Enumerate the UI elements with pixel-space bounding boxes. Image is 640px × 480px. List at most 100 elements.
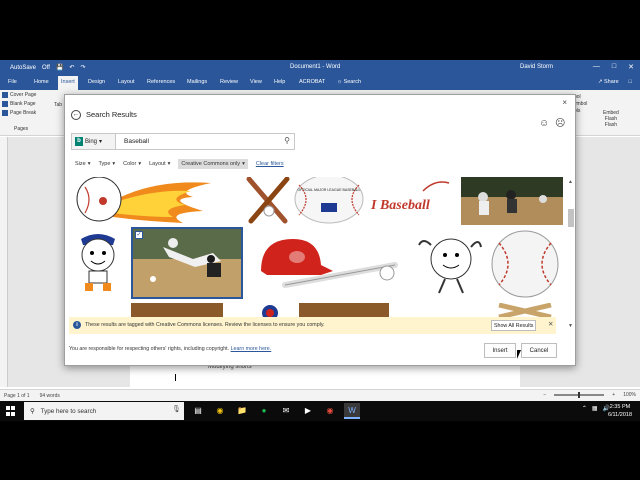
scrollbar-thumb[interactable] xyxy=(568,209,574,227)
result-thumbnail-row3-3[interactable] xyxy=(299,303,389,317)
back-arrow-icon[interactable]: ← xyxy=(71,110,81,120)
tab-acrobat[interactable]: ACROBAT xyxy=(299,79,325,85)
tab-mailings[interactable]: Mailings xyxy=(187,79,207,85)
undo-icon[interactable]: ↶ xyxy=(69,64,74,71)
zoom-thumb[interactable] xyxy=(578,392,581,398)
tab-file[interactable]: File xyxy=(8,79,17,85)
result-thumbnail-selected-slide[interactable]: ✓ xyxy=(131,227,243,299)
page-count[interactable]: Page 1 of 1 xyxy=(4,393,30,399)
frown-feedback-icon[interactable]: ☹ xyxy=(555,118,565,129)
result-thumbnail-official-ball[interactable]: OFFICIAL MAJOR LEAGUE BASEBALL xyxy=(293,177,365,225)
screen-recorder-icon[interactable]: ◉ xyxy=(322,403,338,419)
baseball-mascot-image xyxy=(81,234,115,291)
page-break-button[interactable]: Page Break xyxy=(2,110,36,116)
search-icon[interactable]: ⚲ xyxy=(284,136,290,145)
letterbox-bottom xyxy=(0,421,640,480)
taskbar-search[interactable]: ⚲ Type here to search xyxy=(24,402,184,420)
ribbon-tabs: File Home Insert Design Layout Reference… xyxy=(0,76,640,90)
table-group-peek[interactable]: Tab xyxy=(54,102,62,108)
baseball-image xyxy=(491,230,559,298)
clear-filters-link[interactable]: Clear filters xyxy=(256,161,284,167)
symbols-peek-2[interactable]: ymbol xyxy=(574,101,587,108)
user-name[interactable]: David Storm xyxy=(520,64,553,70)
tab-design[interactable]: Design xyxy=(88,79,105,85)
microphone-icon[interactable]: 🎙 xyxy=(172,405,181,413)
media-player-icon[interactable]: ▶ xyxy=(300,403,316,419)
scroll-up-icon[interactable]: ▲ xyxy=(568,179,573,185)
cancel-button[interactable]: Cancel xyxy=(521,343,557,358)
tab-view[interactable]: View xyxy=(250,79,262,85)
filter-type[interactable]: Type ▾ xyxy=(98,161,115,167)
result-thumbnail-i-baseball[interactable]: I Baseball xyxy=(369,177,451,225)
close-window-icon[interactable]: ✕ xyxy=(628,63,634,71)
learn-more-link[interactable]: Learn more here. xyxy=(231,346,272,352)
result-thumbnail-row3-4[interactable] xyxy=(491,303,559,317)
embed-flash-button[interactable]: Embed Flash Flash xyxy=(603,110,619,128)
result-thumbnail-field-photo[interactable] xyxy=(461,177,563,225)
result-thumbnail-crossed-bats[interactable] xyxy=(243,177,293,225)
windows-start-icon[interactable] xyxy=(6,406,16,416)
filter-size[interactable]: Size ▾ xyxy=(75,161,90,167)
network-icon[interactable]: ▦ xyxy=(592,405,598,412)
results-scrollbar[interactable]: ▲ ▼ xyxy=(568,179,574,331)
tell-me-search[interactable]: ☼ Search xyxy=(337,79,361,85)
window-controls: — □ ✕ xyxy=(593,63,634,71)
zoom-level[interactable]: 100% xyxy=(623,392,636,398)
filter-layout-label: Layout xyxy=(149,161,166,167)
autosave-label[interactable]: AutoSave xyxy=(10,65,36,71)
file-explorer-icon[interactable]: 📁 xyxy=(234,403,250,419)
zoom-out-icon[interactable]: − xyxy=(543,392,546,398)
clock[interactable]: 2:35 PM 6/11/2018 xyxy=(608,403,632,419)
search-engine-dropdown[interactable]: b Bing ▾ xyxy=(72,134,116,149)
result-thumbnail-cartoon-ball[interactable] xyxy=(417,229,483,297)
blank-page-button[interactable]: Blank Page xyxy=(2,101,36,107)
save-icon[interactable]: 💾 xyxy=(56,64,63,71)
word-count[interactable]: 94 words xyxy=(40,393,60,399)
notice-text: These results are tagged with Creative C… xyxy=(85,322,325,328)
dialog-close-icon[interactable]: × xyxy=(562,98,567,107)
tab-references[interactable]: References xyxy=(147,79,175,85)
result-thumbnail-flaming-ball[interactable] xyxy=(73,177,213,225)
page-break-icon xyxy=(2,110,8,116)
search-input[interactable] xyxy=(124,136,274,147)
cover-page-button[interactable]: Cover Page xyxy=(2,92,36,98)
result-thumbnail-row3-2[interactable] xyxy=(257,303,283,317)
tab-help[interactable]: Help xyxy=(274,79,285,85)
dismiss-notice-icon[interactable]: ✕ xyxy=(548,320,553,328)
spotify-icon[interactable]: ● xyxy=(256,403,272,419)
tab-insert[interactable]: Insert xyxy=(58,76,78,90)
tab-layout[interactable]: Layout xyxy=(118,79,135,85)
share-icon: ↗ xyxy=(597,79,603,85)
filter-creative-commons[interactable]: Creative Commons only ▾ xyxy=(178,159,248,169)
result-thumbnail-mascot[interactable] xyxy=(75,229,121,295)
comments-icon[interactable]: □ xyxy=(629,79,632,85)
insert-button[interactable]: Insert xyxy=(484,343,516,358)
zoom-slider[interactable] xyxy=(554,392,605,398)
blank-page-icon xyxy=(2,101,8,107)
tab-home[interactable]: Home xyxy=(34,79,49,85)
autosave-state[interactable]: Off xyxy=(42,65,50,71)
redo-icon[interactable]: ↷ xyxy=(80,64,85,71)
selected-checkbox[interactable]: ✓ xyxy=(135,231,143,239)
zoom-in-icon[interactable]: + xyxy=(612,392,615,398)
chrome-icon[interactable]: ◉ xyxy=(212,403,228,419)
maximize-icon[interactable]: □ xyxy=(612,63,616,71)
result-thumbnail-helmet-bat[interactable] xyxy=(249,231,399,297)
minimize-icon[interactable]: — xyxy=(593,63,600,71)
task-view-icon[interactable]: ▤ xyxy=(190,403,206,419)
i-baseball-image: I Baseball xyxy=(370,181,450,213)
mail-icon[interactable]: ✉ xyxy=(278,403,294,419)
share-button[interactable]: ↗ Share xyxy=(598,79,619,85)
filter-color[interactable]: Color ▾ xyxy=(123,161,141,167)
word-taskbar-icon[interactable]: W xyxy=(344,403,360,419)
filter-layout[interactable]: Layout ▾ xyxy=(149,161,170,167)
result-thumbnail-ball[interactable] xyxy=(489,229,561,299)
scroll-down-icon[interactable]: ▼ xyxy=(568,323,573,329)
show-all-results-button[interactable]: Show All Results xyxy=(491,320,537,331)
smile-feedback-icon[interactable]: ☺ xyxy=(539,118,549,129)
tray-chevron-icon[interactable]: ⌃ xyxy=(582,405,587,412)
result-thumbnail-row3-1[interactable] xyxy=(131,303,223,317)
tab-review[interactable]: Review xyxy=(220,79,238,85)
symbols-peek-1[interactable]: bol xyxy=(574,94,587,101)
filter-type-label: Type xyxy=(98,161,111,167)
